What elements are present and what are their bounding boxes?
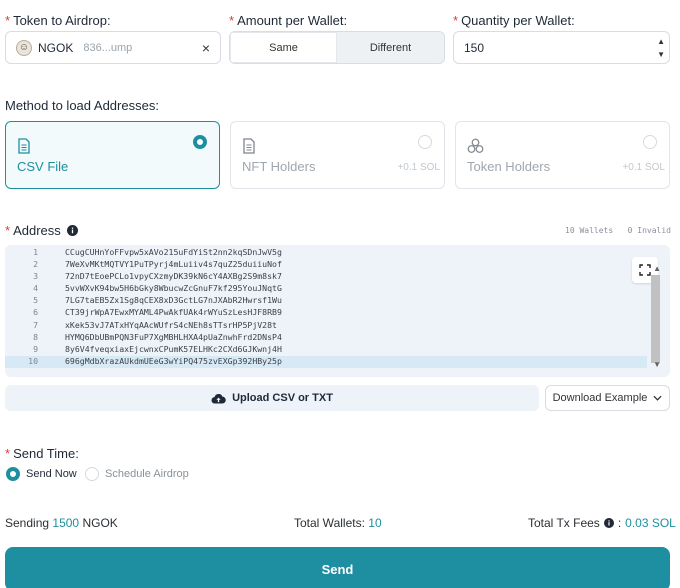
method-card-fee: +0.1 SOL (622, 162, 665, 173)
method-radio-csv[interactable] (193, 135, 207, 149)
quantity-value: 150 (464, 40, 485, 55)
chevron-down-icon (653, 395, 662, 401)
editor-scrollbar[interactable] (651, 275, 660, 363)
wallet-address: 5vvWXvK94bw5H6bGky8WbucwZcGnuF7kf295YouJ… (65, 283, 282, 294)
wallet-address: CCugCUHnYoFFvpw5xAVo215uFdYiSt2nn2kqSDnJ… (65, 247, 282, 257)
send-now-option[interactable]: Send Now (6, 467, 77, 481)
line-number: 4 (33, 283, 38, 294)
line-number: 7 (33, 319, 38, 330)
upload-label: Upload CSV or TXT (232, 392, 333, 404)
method-card-title: Token Holders (467, 159, 551, 174)
download-example-button[interactable]: Download Example (545, 385, 670, 411)
wallet-address: 8y6V4fveqxiaxEjcwnxCPumK57ELHKc2CXd6GJKw… (65, 343, 282, 354)
wallets-count: 10 Wallets 0 Invalid (565, 226, 671, 235)
method-label: Method to load Addresses: (5, 98, 159, 113)
wallet-address: 7LG7taEB5Zx1Sg8qCEX8xD3GctLG7nJXAbR2Hwrs… (65, 295, 282, 306)
token-address: 836...ump (83, 41, 133, 54)
editor-line: 9 8y6V4fveqxiaxEjcwnxCPumK57ELHKc2CXd6GJK… (5, 344, 670, 356)
total-wallets: Total Wallets: 10 (294, 516, 382, 530)
wallet-address: xKek53vJ7ATxHYqAAcWUfrS4cNEh8sTTsrHP5PjV… (65, 319, 277, 330)
token-select[interactable]: ☺ NGOK 836...ump × (5, 31, 221, 64)
coins-icon (467, 138, 484, 153)
editor-line: 6 CT39jrWpA7EwxMYAML4PwAkfUAk4rWYuSzLesHJ… (5, 307, 670, 319)
wallet-address: 696gMdbXrazAUkdmUEeG3wYiPQ475zvEXGp392HB… (65, 355, 282, 366)
line-number: 8 (33, 331, 38, 342)
wallet-address: HYMQ6DbUBmPQN3FuP7XgMBHLHXA4pUaZnwhFrd2D… (65, 331, 282, 342)
method-card-csv[interactable]: CSV File (5, 121, 220, 189)
line-number: 10 (28, 355, 38, 366)
send-time-label: * Send Time: (5, 446, 79, 461)
method-card-token[interactable]: Token Holders +0.1 SOL (455, 121, 670, 189)
total-tx-fees: Total Tx Fees : 0.03 SOL (528, 516, 676, 530)
info-icon[interactable] (603, 518, 614, 528)
editor-line: 3 72nD7tEoePCLo1vpyCXzmyDK39kN6cY4AXBg2S9… (5, 271, 670, 283)
editor-line: 1 CCugCUHnYoFFvpw5xAVo215uFdYiSt2nn2kqSDn… (5, 247, 670, 259)
method-card-nft[interactable]: NFT Holders +0.1 SOL (230, 121, 445, 189)
amount-label: * Amount per Wallet: (229, 13, 348, 28)
scroll-up-icon[interactable]: ▲ (653, 264, 661, 273)
method-card-title: NFT Holders (242, 159, 316, 174)
send-now-radio[interactable] (6, 467, 20, 481)
editor-line: 8 HYMQ6DbUBmPQN3FuP7XgMBHLHXA4pUaZnwhFrd2… (5, 332, 670, 344)
expand-icon (639, 264, 651, 276)
line-number: 9 (33, 343, 38, 354)
download-label: Download Example (552, 392, 648, 404)
token-label: * Token to Airdrop: (5, 13, 111, 28)
info-icon[interactable] (66, 225, 78, 236)
line-number: 1 (33, 247, 38, 257)
editor-line: 7 xKek53vJ7ATxHYqAAcWUfrS4cNEh8sTTsrHP5Pj… (5, 320, 670, 332)
method-card-title: CSV File (17, 159, 69, 174)
quantity-stepper[interactable]: 150 ▲ ▼ (453, 31, 670, 64)
quantity-label: * Quantity per Wallet: (453, 13, 575, 28)
upload-button[interactable]: Upload CSV or TXT (5, 385, 539, 411)
schedule-airdrop-option[interactable]: Schedule Airdrop (85, 467, 189, 481)
line-number: 6 (33, 307, 38, 318)
method-radio-token[interactable] (643, 135, 657, 149)
sending-summary: Sending 1500 NGOK (5, 516, 118, 530)
clear-icon[interactable]: × (202, 40, 210, 56)
scroll-down-icon[interactable]: ▼ (653, 360, 661, 369)
amount-option-different[interactable]: Different (337, 32, 444, 63)
token-symbol: NGOK (38, 40, 74, 55)
editor-line: 2 7WeXvMKtMQTVY1PuTPyrj4mLuiiv4s7quZ25dui… (5, 259, 670, 271)
stepper-controls: ▲ ▼ (657, 35, 665, 61)
method-radio-nft[interactable] (418, 135, 432, 149)
address-label: * Address (5, 223, 78, 238)
address-editor[interactable]: 1 CCugCUHnYoFFvpw5xAVo215uFdYiSt2nn2kqSDn… (5, 245, 670, 377)
schedule-airdrop-radio[interactable] (85, 467, 99, 481)
editor-line: 4 5vvWXvK94bw5H6bGky8WbucwZcGnuF7kf295You… (5, 283, 670, 295)
amount-segmented-control: Same Different (229, 31, 445, 64)
file-icon (243, 138, 255, 154)
wallet-address: 72nD7tEoePCLo1vpyCXzmyDK39kN6cY4AXBg2S9m… (65, 271, 282, 282)
amount-option-same[interactable]: Same (230, 32, 337, 63)
line-number: 3 (33, 271, 38, 282)
editor-line: 10 696gMdbXrazAUkdmUEeG3wYiPQ475zvEXGp392… (5, 355, 647, 368)
stepper-down-icon[interactable]: ▼ (657, 48, 665, 61)
line-number: 2 (33, 259, 38, 270)
wallet-address: 7WeXvMKtMQTVY1PuTPyrj4mLuiiv4s7quZ25duii… (65, 259, 282, 270)
file-icon (18, 138, 30, 154)
line-number: 5 (33, 295, 38, 306)
send-button[interactable]: Send (5, 547, 670, 588)
token-avatar-icon: ☺ (16, 39, 32, 56)
method-card-fee: +0.1 SOL (397, 162, 440, 173)
wallet-address: CT39jrWpA7EwxMYAML4PwAkfUAk4rWYuSzLesHJF… (65, 307, 282, 318)
cloud-upload-icon (211, 393, 226, 404)
stepper-up-icon[interactable]: ▲ (657, 35, 665, 48)
editor-lines: 1 CCugCUHnYoFFvpw5xAVo215uFdYiSt2nn2kqSDn… (5, 245, 670, 368)
editor-line: 5 7LG7taEB5Zx1Sg8qCEX8xD3GctLG7nJXAbR2Hwr… (5, 295, 670, 307)
